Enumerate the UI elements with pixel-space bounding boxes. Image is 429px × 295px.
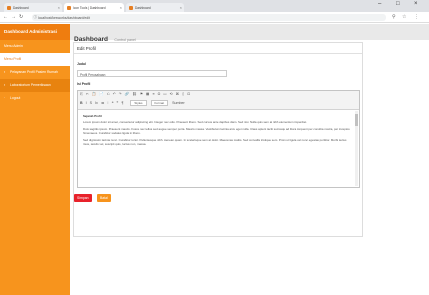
edit-profile-panel: Edit Profil Judul Profil Perusahaan Isi …: [73, 42, 363, 237]
favicon-icon: [7, 6, 11, 10]
panel-title: Edit Profil: [74, 43, 362, 54]
format-button-icon[interactable]: Ix: [95, 101, 98, 105]
scrollbar-thumb[interactable]: [355, 114, 358, 126]
format-button-icon[interactable]: ❞: [117, 101, 119, 105]
format-button-icon[interactable]: ❝: [112, 101, 114, 105]
page-header: Dashboard Control panel: [70, 24, 429, 43]
toolbar-button-icon[interactable]: ✂: [86, 92, 89, 96]
main-content: Dashboard Control panel Edit Profil Judu…: [70, 24, 429, 295]
sidebar: Dashboard Administrasi Menu Admin Menu P…: [0, 24, 70, 295]
back-icon[interactable]: ←: [3, 14, 8, 20]
styles-select[interactable]: Styles: [130, 100, 147, 106]
content-paragraph: Sed dignissim lacinia nunc. Curabitur to…: [83, 138, 347, 146]
toolbar-button-icon[interactable]: ⊡: [187, 92, 190, 96]
toolbar-button-icon[interactable]: ⟲: [170, 92, 173, 96]
toolbar-button-icon[interactable]: ▯: [182, 92, 184, 96]
sidebar-item-logout[interactable]: · Logout: [0, 92, 70, 105]
toolbar-button-icon[interactable]: ↶: [113, 92, 116, 96]
sidebar-item-pelayanan[interactable]: ▪ Pelayanan Profil Pasien Rumah: [0, 66, 70, 79]
sidebar-item-profil[interactable]: Menu Profil: [0, 53, 70, 66]
format-button-icon[interactable]: S: [90, 101, 92, 105]
close-icon[interactable]: ×: [58, 5, 60, 10]
maximize-icon[interactable]: □: [396, 1, 400, 7]
source-button[interactable]: Sumber: [172, 101, 185, 105]
reload-icon[interactable]: ↻: [19, 14, 23, 20]
star-icon[interactable]: ☆: [402, 14, 406, 20]
format-button-icon[interactable]: B: [80, 101, 83, 105]
formatting-buttons: B I S Ix ≔ ⁝ ❝ ❞ ¶: [80, 101, 126, 105]
app-brand[interactable]: Dashboard Administrasi: [0, 24, 70, 40]
info-icon: ⓘ: [33, 15, 38, 20]
judul-input[interactable]: Profil Perusahaan: [77, 70, 227, 77]
close-icon[interactable]: ×: [120, 5, 122, 10]
format-button-icon[interactable]: ¶: [121, 101, 123, 105]
toolbar-button-icon[interactable]: ⎌: [107, 92, 110, 96]
toolbar-button-icon[interactable]: ≡: [152, 92, 154, 96]
browser-tab-active[interactable]: Icon Tools | Dashboard ×: [64, 3, 124, 12]
toolbar-button-icon[interactable]: ↷: [119, 92, 122, 96]
toolbar-button-icon[interactable]: ⎘: [80, 92, 83, 96]
browser-tab[interactable]: Dashboard ×: [4, 3, 62, 12]
menu-icon[interactable]: ⋮: [414, 14, 419, 20]
content-paragraph: Lorem ipsum dolor sit amet, consectetur …: [83, 120, 307, 124]
toolbar-button-icon[interactable]: 📄: [99, 92, 103, 96]
isi-label: Isi Profil: [77, 82, 91, 86]
editor-toolbar-row: ⎘ ✂ 📋 📄 ⎌ ↶ ↷ 🔗 ⛓ ⚑ ▦ ≡ Ω ▭ ⟲ ⌘ ▯ ⊡: [80, 92, 357, 100]
address-bar: ← → ↻ ⓘ localhost/kesworks/dashboard/edi…: [0, 12, 429, 23]
format-button-icon[interactable]: ≔: [101, 101, 105, 105]
forward-icon[interactable]: →: [11, 14, 16, 20]
format-button-icon[interactable]: ⁝: [107, 101, 108, 105]
document-icon: ▪: [4, 83, 6, 87]
toolbar-button-icon[interactable]: ▭: [163, 92, 166, 96]
toolbar-button-icon[interactable]: 📋: [92, 92, 96, 96]
toolbar-button-icon[interactable]: ▦: [146, 92, 149, 96]
toolbar-button-icon[interactable]: ⛓: [132, 92, 137, 96]
minimize-icon[interactable]: –: [378, 1, 381, 7]
content-heading: Sejarah Profil: [83, 114, 102, 118]
editor-scrollbar[interactable]: [355, 111, 358, 186]
editor-toolbar: ⎘ ✂ 📋 📄 ⎌ ↶ ↷ 🔗 ⛓ ⚑ ▦ ≡ Ω ▭ ⟲ ⌘ ▯ ⊡ B I S Ix ≔ ⁝ ❝ ❞ ¶ Styles For…: [78, 91, 359, 110]
close-icon[interactable]: ×: [180, 5, 182, 10]
toolbar-button-icon[interactable]: Ω: [158, 92, 161, 96]
format-select[interactable]: Format: [150, 100, 169, 106]
url-field[interactable]: ⓘ localhost/kesworks/dashboard/edit: [32, 14, 386, 21]
editor-content[interactable]: Sejarah Profil Lorem ipsum dolor sit ame…: [78, 110, 359, 187]
power-icon: ·: [4, 96, 6, 100]
favicon-icon: [67, 6, 71, 10]
editor-toolbar-row: B I S Ix ≔ ⁝ ❝ ❞ ¶ Styles Format Sumber: [80, 100, 357, 108]
rich-text-editor: ⎘ ✂ 📋 📄 ⎌ ↶ ↷ 🔗 ⛓ ⚑ ▦ ≡ Ω ▭ ⟲ ⌘ ▯ ⊡ B I S Ix ≔ ⁝ ❝ ❞ ¶ Styles For…: [77, 90, 360, 188]
toolbar-button-icon[interactable]: ⌘: [176, 92, 180, 96]
favicon-icon: [129, 6, 133, 10]
sidebar-item-admin[interactable]: Menu Admin: [0, 40, 70, 53]
format-button-icon[interactable]: I: [86, 101, 87, 105]
browser-tab[interactable]: Dashboard ×: [126, 3, 184, 12]
toolbar-button-icon[interactable]: 🔗: [125, 92, 129, 96]
judul-label: Judul: [77, 62, 87, 66]
user-icon: ▪: [4, 70, 6, 74]
close-window-icon[interactable]: ×: [414, 1, 418, 7]
content-paragraph: Duis sagittis ipsum. Praesent mauris. Fu…: [83, 127, 350, 135]
search-icon[interactable]: ⚲: [392, 14, 396, 20]
browser-tab-strip: Dashboard × Icon Tools | Dashboard × Das…: [0, 0, 429, 12]
toolbar-button-icon[interactable]: ⚑: [140, 92, 143, 96]
save-button[interactable]: Simpan: [74, 194, 92, 202]
sidebar-item-laboratorium[interactable]: ▪ Laboratorium Pemeriksaan: [0, 79, 70, 92]
cancel-button[interactable]: Batal: [97, 194, 111, 202]
